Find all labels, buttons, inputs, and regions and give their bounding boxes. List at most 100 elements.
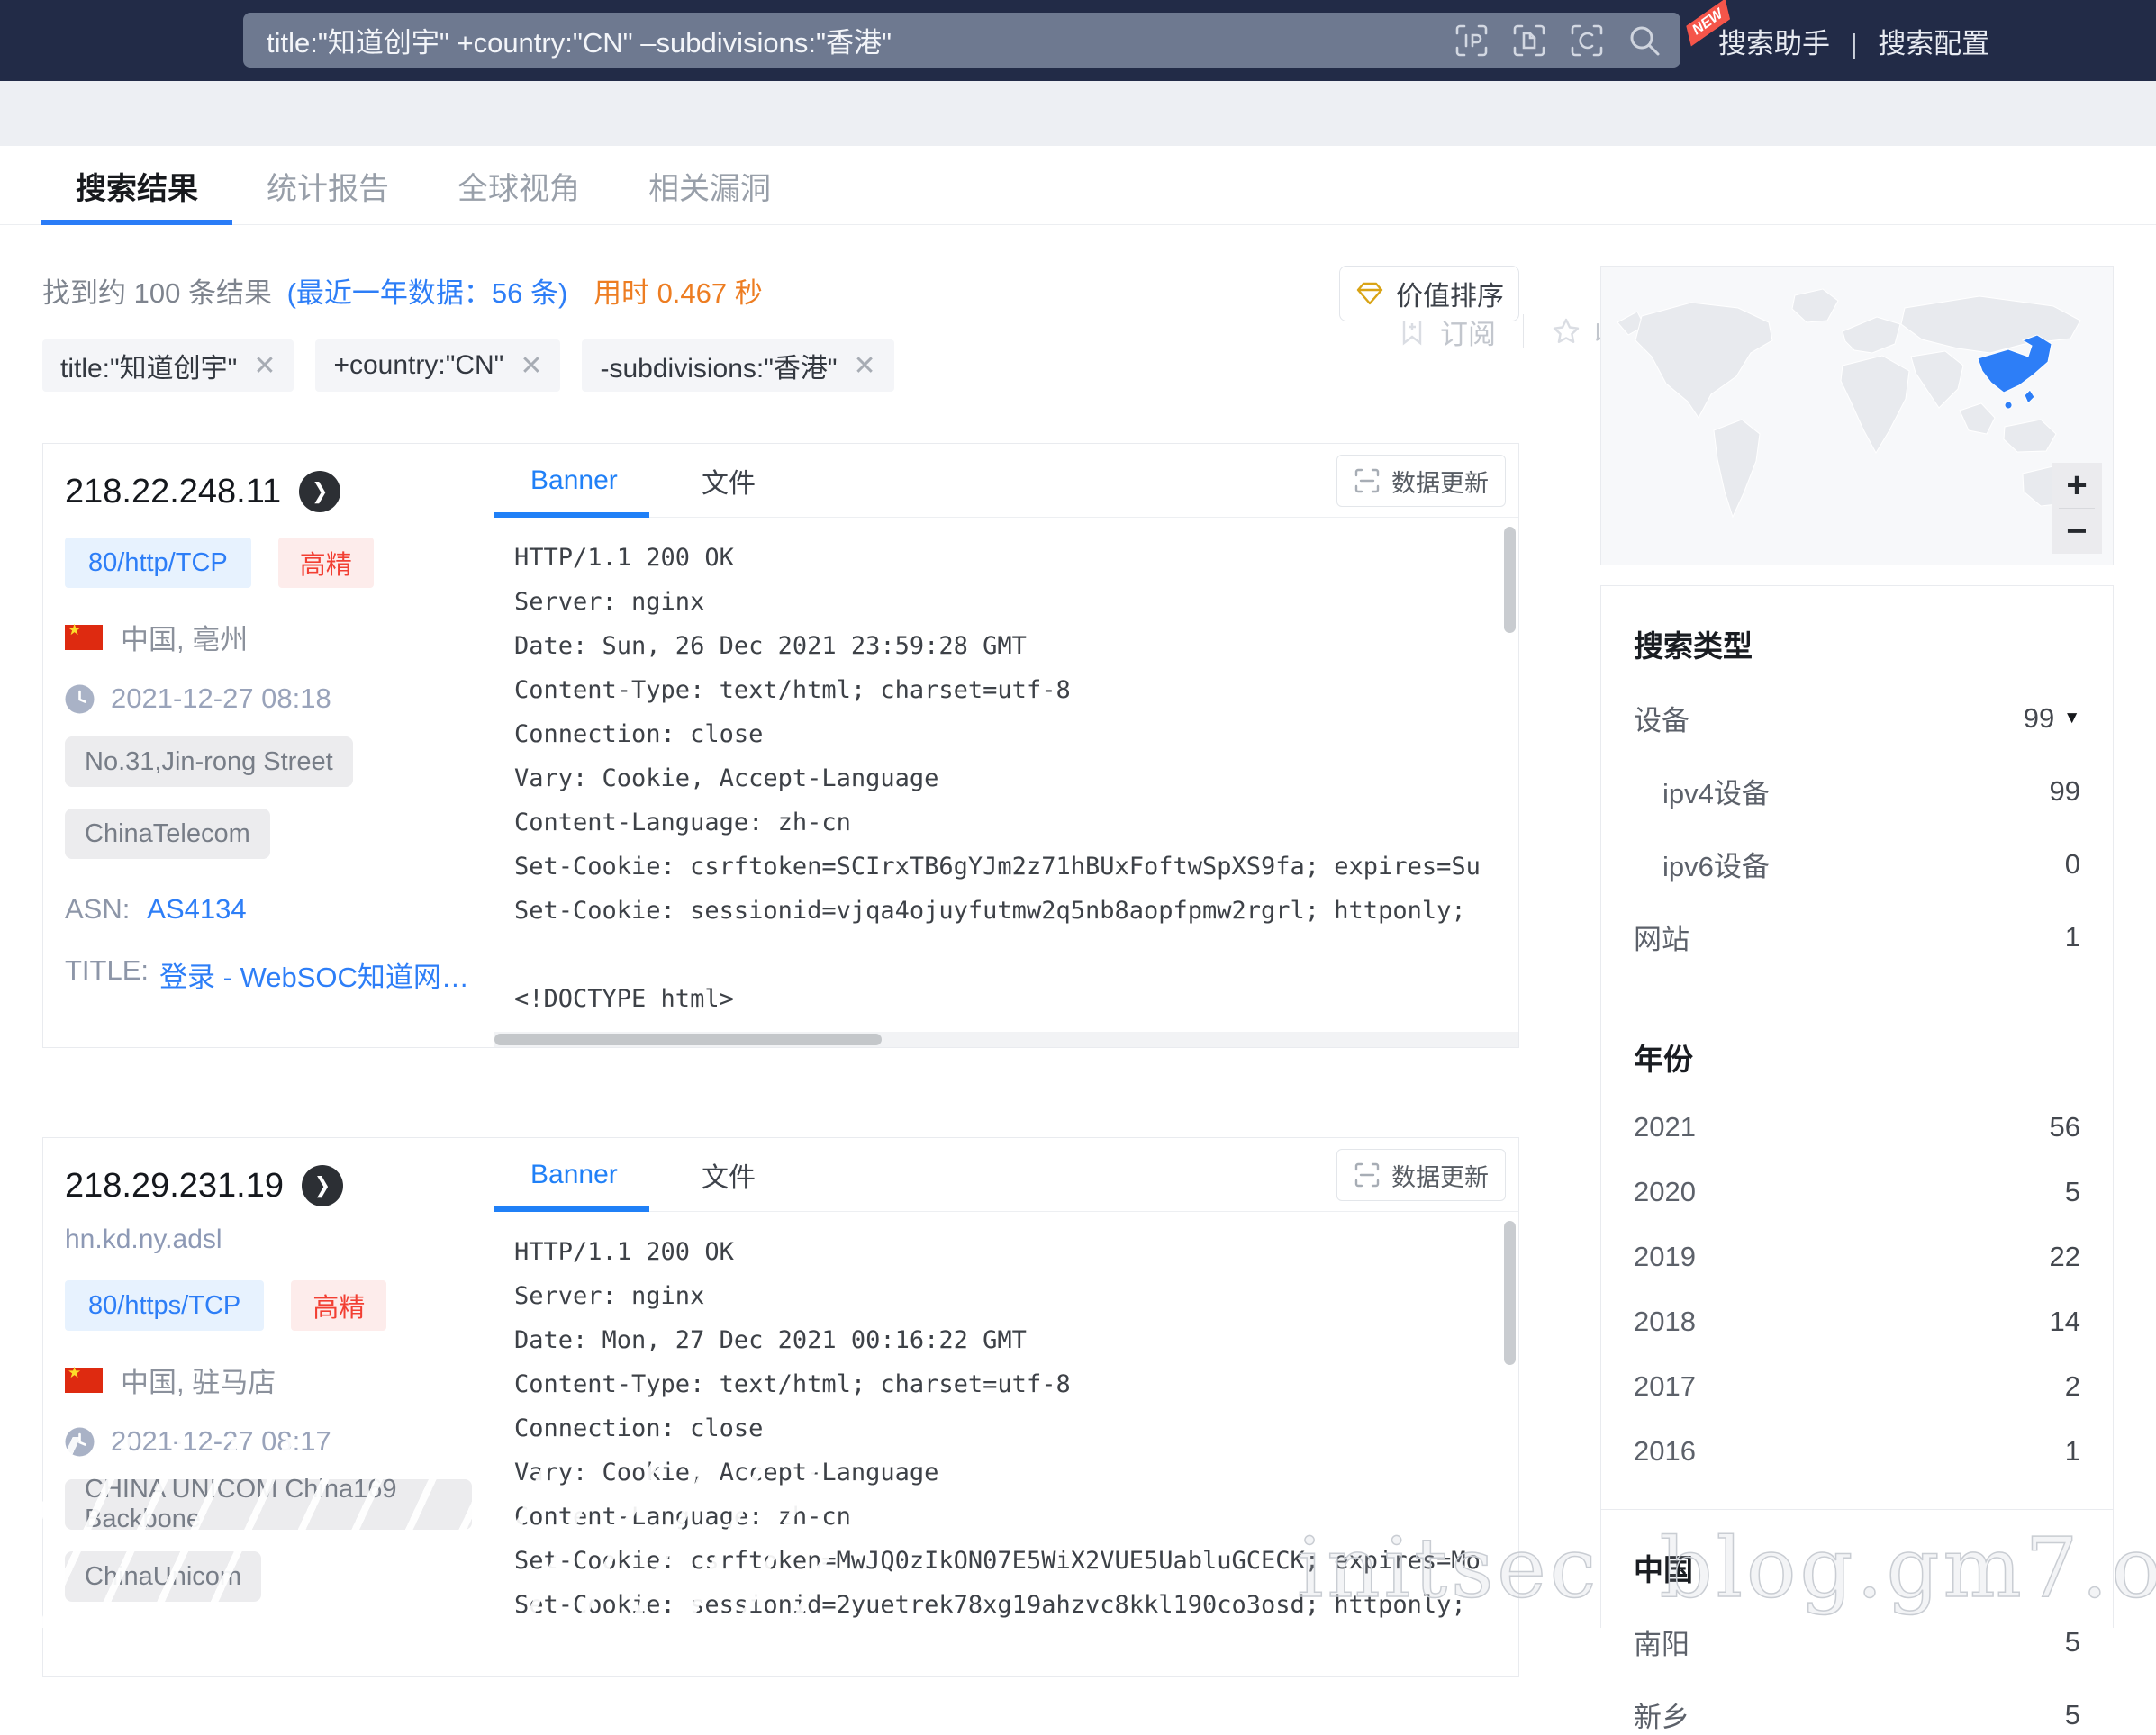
facet-label: 2020 xyxy=(1634,1176,1696,1208)
vertical-scrollbar[interactable] xyxy=(1504,1221,1516,1365)
result-location: 中国, 驻马店 xyxy=(121,1360,276,1400)
facet-value: 5 xyxy=(2065,1176,2080,1208)
facet-row-ipv6[interactable]: ipv6设备 0 xyxy=(1634,844,2080,884)
tab-search-results[interactable]: 搜索结果 xyxy=(41,146,232,225)
facet-value: 22 xyxy=(2050,1241,2080,1273)
tab-file[interactable]: 文件 xyxy=(702,1138,756,1212)
banner-line: Date: Sun, 26 Dec 2021 23:59:28 GMT xyxy=(514,632,1491,676)
result-card: 218.22.248.11 ❯ 80/http/TCP 高精 ★ 中国, 亳州 … xyxy=(42,443,1519,1048)
results-count: 找到约 100 条结果 xyxy=(42,277,272,309)
banner-line: Content-Language: zh-cn xyxy=(514,1503,1491,1547)
facet-row-2020[interactable]: 2020 5 xyxy=(1634,1176,2080,1208)
port-protocol-tag[interactable]: 80/http/TCP xyxy=(65,538,251,588)
zoom-out-button[interactable]: − xyxy=(2052,509,2102,554)
result-ip[interactable]: 218.22.248.11 xyxy=(65,473,281,511)
port-protocol-tag[interactable]: 80/https/TCP xyxy=(65,1280,264,1331)
world-map[interactable]: + − xyxy=(1600,266,2114,565)
search-scope-icons xyxy=(1454,23,1680,59)
banner-line: HTTP/1.1 200 OK xyxy=(514,544,1491,588)
filter-chip-title[interactable]: title:"知道创宇" ✕ xyxy=(42,339,294,392)
code-scope-icon[interactable] xyxy=(1569,23,1605,59)
recent-data-link[interactable]: (最近一年数据：56 条) xyxy=(287,277,568,309)
tab-banner[interactable]: Banner xyxy=(530,444,618,518)
vertical-scrollbar[interactable] xyxy=(1504,527,1516,633)
facet-value: 56 xyxy=(2050,1111,2080,1143)
facet-label: 2017 xyxy=(1634,1370,1696,1403)
facet-value: 14 xyxy=(2050,1306,2080,1338)
facet-label: 网站 xyxy=(1634,917,1689,957)
facet-label: 设备 xyxy=(1634,698,1689,738)
isp-chip: ChinaTelecom xyxy=(65,809,270,859)
close-icon[interactable]: ✕ xyxy=(253,350,276,382)
open-detail-button[interactable]: ❯ xyxy=(302,1165,343,1206)
search-assistant-link[interactable]: 搜索助手 xyxy=(1718,28,1830,59)
filter-chip-label: title:"知道创宇" xyxy=(60,346,237,385)
data-update-button[interactable]: 数据更新 xyxy=(1336,1149,1506,1201)
search-input[interactable]: title:"知道创宇" +country:"CN" –subdivisions… xyxy=(243,20,1454,60)
title-link[interactable]: 登录 - WebSOC知道网站立... xyxy=(159,954,472,995)
map-zoom-controls: + − xyxy=(2052,463,2102,554)
horizontal-scrollbar[interactable] xyxy=(494,1032,1518,1047)
tab-related-vulnerabilities[interactable]: 相关漏洞 xyxy=(614,146,805,225)
chevron-right-icon: ❯ xyxy=(314,1173,331,1199)
result-location: 中国, 亳州 xyxy=(121,617,248,657)
file-scope-icon[interactable] xyxy=(1511,23,1547,59)
ip-scope-icon[interactable] xyxy=(1454,23,1490,59)
clock-icon xyxy=(65,684,95,714)
star-icon xyxy=(1551,316,1581,347)
result-tabs: 搜索结果 统计报告 全球视角 相关漏洞 xyxy=(41,146,805,225)
facet-row-website[interactable]: 网站 1 xyxy=(1634,917,2080,957)
tab-global-view[interactable]: 全球视角 xyxy=(423,146,614,225)
org-chip: CHINA UNICOM China169 Backbone xyxy=(65,1479,472,1530)
facet-row-2019[interactable]: 2019 22 xyxy=(1634,1241,2080,1273)
result-card-info: 218.29.231.19 ❯ hn.kd.ny.adsl 80/https/T… xyxy=(43,1138,494,1676)
facet-row-xinxiang[interactable]: 新乡 5 xyxy=(1634,1694,2080,1735)
data-update-button[interactable]: 数据更新 xyxy=(1336,455,1506,507)
active-tab-underline xyxy=(494,1206,649,1212)
facet-title-year: 年份 xyxy=(1634,999,2080,1079)
close-icon[interactable]: ✕ xyxy=(854,350,876,382)
sidebar-facets: 搜索类型 设备 99▼ ipv4设备 99 ipv6设备 0 网站 1 年份 2… xyxy=(1600,585,2114,1628)
header-band xyxy=(0,81,2156,146)
data-update-label: 数据更新 xyxy=(1391,1158,1489,1193)
tab-banner[interactable]: Banner xyxy=(530,1138,618,1212)
facet-value: 1 xyxy=(2065,921,2080,953)
filter-chips: title:"知道创宇" ✕ +country:"CN" ✕ -subdivis… xyxy=(42,339,894,392)
banner-line: Connection: close xyxy=(514,1414,1491,1459)
facet-row-device[interactable]: 设备 99▼ xyxy=(1634,698,2080,738)
facet-value: 1 xyxy=(2065,1435,2080,1468)
facet-value: 0 xyxy=(2065,848,2080,881)
open-detail-button[interactable]: ❯ xyxy=(299,471,340,512)
precision-tag: 高精 xyxy=(278,538,374,588)
filter-chip-subdivisions[interactable]: -subdivisions:"香港" ✕ xyxy=(582,339,893,392)
banner-panel: Banner 文件 数据更新 HTTP/1.1 200 OK Server: n… xyxy=(494,444,1518,1047)
banner-content[interactable]: HTTP/1.1 200 OK Server: nginx Date: Mon,… xyxy=(494,1213,1500,1660)
banner-line: Content-Type: text/html; charset=utf-8 xyxy=(514,1370,1491,1414)
search-config-link[interactable]: 搜索配置 xyxy=(1878,28,1989,59)
tab-statistics-report[interactable]: 统计报告 xyxy=(232,146,423,225)
banner-line: Set-Cookie: csrftoken=SCIrxTB6gYJm2z71hB… xyxy=(514,853,1491,897)
banner-line: Content-Language: zh-cn xyxy=(514,809,1491,853)
banner-line: Server: nginx xyxy=(514,1282,1491,1326)
banner-content[interactable]: HTTP/1.1 200 OK Server: nginx Date: Sun,… xyxy=(494,519,1500,1031)
assistant-links: 搜索助手 | 搜索配置 xyxy=(1718,21,1989,61)
facet-row-2021[interactable]: 2021 56 xyxy=(1634,1111,2080,1143)
result-ip[interactable]: 218.29.231.19 xyxy=(65,1167,284,1206)
search-icon[interactable] xyxy=(1626,23,1662,59)
facet-row-2016[interactable]: 2016 1 xyxy=(1634,1435,2080,1468)
filter-chip-country[interactable]: +country:"CN" ✕ xyxy=(315,339,560,392)
facet-row-ipv4[interactable]: ipv4设备 99 xyxy=(1634,771,2080,811)
result-hostname[interactable]: hn.kd.ny.adsl xyxy=(65,1224,472,1255)
facet-row-2017[interactable]: 2017 2 xyxy=(1634,1370,2080,1403)
search-bar[interactable]: title:"知道创宇" +country:"CN" –subdivisions… xyxy=(243,13,1680,68)
value-sort-button[interactable]: 价值排序 xyxy=(1339,266,1519,321)
tab-file[interactable]: 文件 xyxy=(702,444,756,518)
scrollbar-thumb[interactable] xyxy=(494,1034,882,1045)
facet-value: 2 xyxy=(2065,1370,2080,1403)
facet-value: 99 xyxy=(2050,775,2080,808)
close-icon[interactable]: ✕ xyxy=(520,350,542,382)
facet-row-2018[interactable]: 2018 14 xyxy=(1634,1306,2080,1338)
zoom-in-button[interactable]: + xyxy=(2052,463,2102,508)
asn-link[interactable]: AS4134 xyxy=(147,893,246,925)
chevron-down-icon[interactable]: ▼ xyxy=(2063,709,2080,728)
